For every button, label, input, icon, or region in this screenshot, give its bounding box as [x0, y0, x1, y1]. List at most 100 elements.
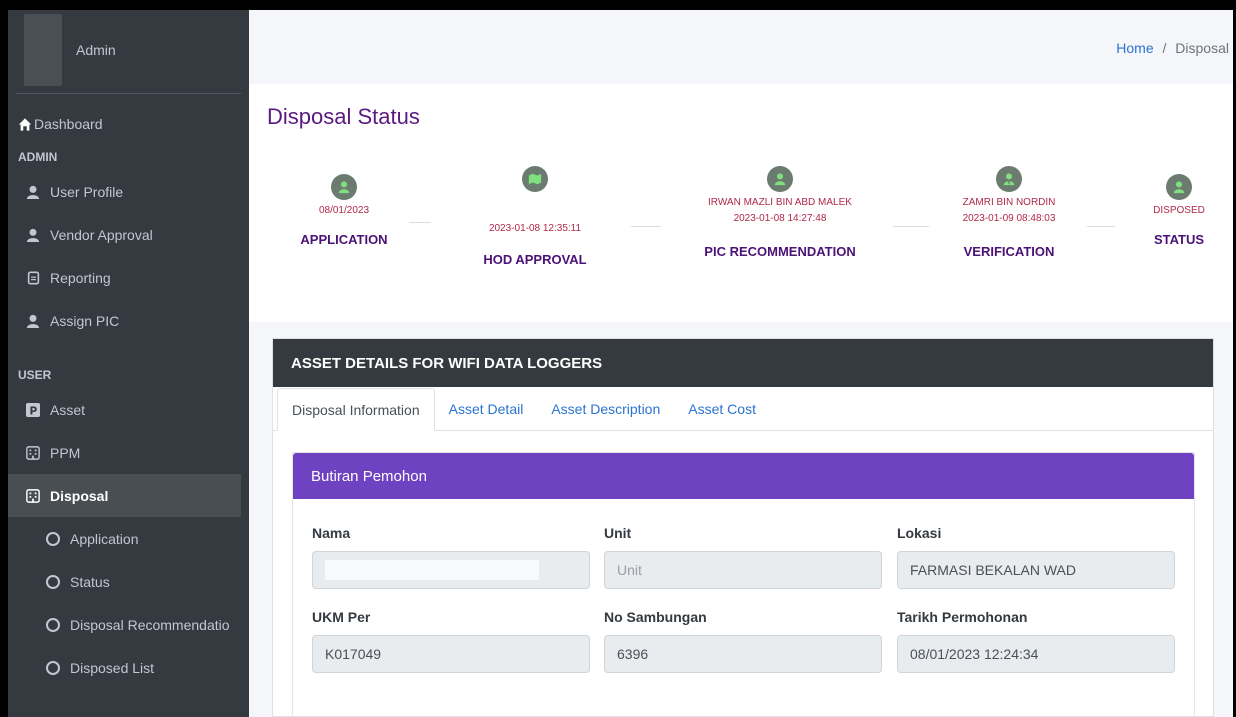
sidebar-item-vendor-approval[interactable]: Vendor Approval: [8, 213, 249, 256]
sidebar-item-disposal[interactable]: Disposal: [8, 474, 241, 517]
field-label: No Sambungan: [604, 609, 707, 625]
sidebar-subitem-status[interactable]: Status: [8, 560, 249, 603]
tab-disposal-information[interactable]: Disposal Information: [277, 388, 435, 431]
unit-input[interactable]: Unit: [604, 551, 882, 589]
nama-input[interactable]: [312, 551, 590, 589]
step-label: VERIFICATION: [963, 244, 1055, 259]
step-hod-approval: 2023-01-08 12:35:11 HOD APPROVAL: [455, 166, 615, 267]
sidebar-item-label: Vendor Approval: [50, 226, 153, 243]
breadcrumb-current: Disposal: [1175, 40, 1229, 56]
nav-header-admin: ADMIN: [18, 150, 58, 164]
map-icon: [522, 166, 548, 192]
section-title: Butiran Pemohon: [293, 453, 1194, 499]
field-lokasi: Lokasi FARMASI BEKALAN WAD: [897, 525, 1175, 589]
step-date: 2023-01-08 14:27:48: [733, 213, 827, 224]
app-frame: Admin Dashboard ADMIN User Profile Vendo…: [8, 10, 1233, 717]
building-icon: [26, 488, 40, 503]
field-nama: Nama: [312, 525, 590, 589]
user-icon: [331, 174, 357, 200]
breadcrumb-separator: /: [1162, 40, 1167, 56]
step-date: 2023-01-08 12:35:11: [488, 223, 582, 234]
tab-asset-description[interactable]: Asset Description: [537, 388, 674, 430]
step-label: PIC RECOMMENDATION: [704, 244, 856, 259]
circle-icon: [46, 531, 60, 546]
field-ukm-per: UKM Per K017049: [312, 609, 590, 673]
sidebar-item-asset[interactable]: P Asset: [8, 388, 249, 431]
field-unit: Unit Unit: [604, 525, 882, 589]
user-icon: [26, 314, 40, 328]
user-icon: [26, 185, 40, 199]
sidebar-item-label: Disposed List: [70, 659, 155, 676]
topbar: Home / Disposal: [249, 10, 1233, 84]
no-sambungan-input[interactable]: 6396: [604, 635, 882, 673]
sidebar-subitem-disposed-list[interactable]: Disposed List: [8, 646, 249, 689]
field-label: Nama: [312, 525, 351, 541]
sidebar-item-label: Status: [70, 573, 110, 590]
step-connector: [1087, 226, 1115, 227]
sidebar-item-dashboard[interactable]: Dashboard: [8, 104, 249, 144]
circle-icon: [46, 574, 60, 589]
sidebar-item-ppm[interactable]: PPM: [8, 431, 249, 474]
parking-icon: P: [26, 402, 40, 417]
step-connector: [409, 222, 431, 223]
sidebar-item-label: Disposal Recommendatio: [70, 616, 230, 633]
sidebar-subitem-application[interactable]: Application: [8, 517, 249, 560]
sidebar-item-assign-pic[interactable]: Assign PIC: [8, 299, 249, 342]
step-application: 08/01/2023 APPLICATION: [289, 174, 399, 247]
step-label: STATUS: [1153, 232, 1205, 247]
breadcrumb-home-link[interactable]: Home: [1116, 40, 1153, 56]
user-icon: [767, 166, 793, 192]
user-name: Admin: [76, 42, 116, 58]
step-person-name: ZAMRI BIN NORDIN: [962, 197, 1056, 208]
tarikh-permohonan-input[interactable]: 08/01/2023 12:24:34: [897, 635, 1175, 673]
field-no-sambungan: No Sambungan 6396: [604, 609, 882, 673]
field-label: Tarikh Permohonan: [897, 609, 1028, 625]
user-icon: [1166, 174, 1192, 200]
svg-text:P: P: [30, 405, 38, 417]
step-connector: [631, 226, 661, 227]
tab-bar: Disposal Information Asset Detail Asset …: [273, 387, 1213, 431]
file-icon: [26, 271, 40, 285]
avatar: [24, 14, 62, 86]
sidebar-item-label: User Profile: [50, 183, 124, 200]
circle-icon: [46, 660, 60, 675]
user-panel[interactable]: Admin: [16, 10, 241, 94]
building-icon: [26, 445, 40, 460]
sidebar-item-label: Application: [70, 530, 139, 547]
sidebar-item-label: Dashboard: [34, 116, 103, 132]
redacted-value: [325, 560, 539, 580]
sidebar: Admin Dashboard ADMIN User Profile Vendo…: [8, 10, 249, 717]
sidebar-item-label: Assign PIC: [50, 312, 120, 329]
step-pic-recommendation: IRWAN MAZLI BIN ABD MALEK 2023-01-08 14:…: [675, 166, 885, 259]
status-panel: Disposal Status 08/01/2023 APPLICATION 2…: [249, 84, 1233, 322]
card-title: ASSET DETAILS FOR WIFI DATA LOGGERS: [273, 339, 1213, 387]
breadcrumb: Home / Disposal: [1116, 40, 1229, 56]
ukm-per-input[interactable]: K017049: [312, 635, 590, 673]
step-date: DISPOSED: [1153, 205, 1205, 216]
tab-asset-cost[interactable]: Asset Cost: [674, 388, 770, 430]
step-label: HOD APPROVAL: [483, 252, 587, 267]
step-connector: [893, 226, 929, 227]
sidebar-item-label: Reporting: [50, 269, 111, 286]
step-status: DISPOSED STATUS: [1129, 174, 1229, 247]
step-verification: ZAMRI BIN NORDIN 2023-01-09 08:48:03 VER…: [929, 166, 1089, 259]
sidebar-item-reporting[interactable]: Reporting: [8, 256, 249, 299]
lokasi-input[interactable]: FARMASI BEKALAN WAD: [897, 551, 1175, 589]
sidebar-subitem-disposal-recommendation[interactable]: Disposal Recommendatio: [8, 603, 249, 646]
step-label: APPLICATION: [300, 232, 388, 247]
nav-header-user: USER: [18, 368, 52, 382]
field-label: Lokasi: [897, 525, 942, 541]
user-tie-icon: [996, 166, 1022, 192]
asset-details-card: ASSET DETAILS FOR WIFI DATA LOGGERS Disp…: [272, 338, 1214, 717]
sidebar-item-user-profile[interactable]: User Profile: [8, 170, 249, 213]
home-icon: [18, 117, 32, 131]
sidebar-item-label: Disposal: [50, 487, 109, 504]
sidebar-item-label: PPM: [50, 444, 81, 461]
sidebar-item-label: Asset: [50, 401, 86, 418]
step-date: 2023-01-09 08:48:03: [962, 213, 1056, 224]
field-label: Unit: [604, 525, 632, 541]
user-icon: [26, 228, 40, 242]
tab-asset-detail[interactable]: Asset Detail: [435, 388, 538, 430]
field-tarikh-permohonan: Tarikh Permohonan 08/01/2023 12:24:34: [897, 609, 1175, 673]
page-title: Disposal Status: [267, 104, 420, 129]
